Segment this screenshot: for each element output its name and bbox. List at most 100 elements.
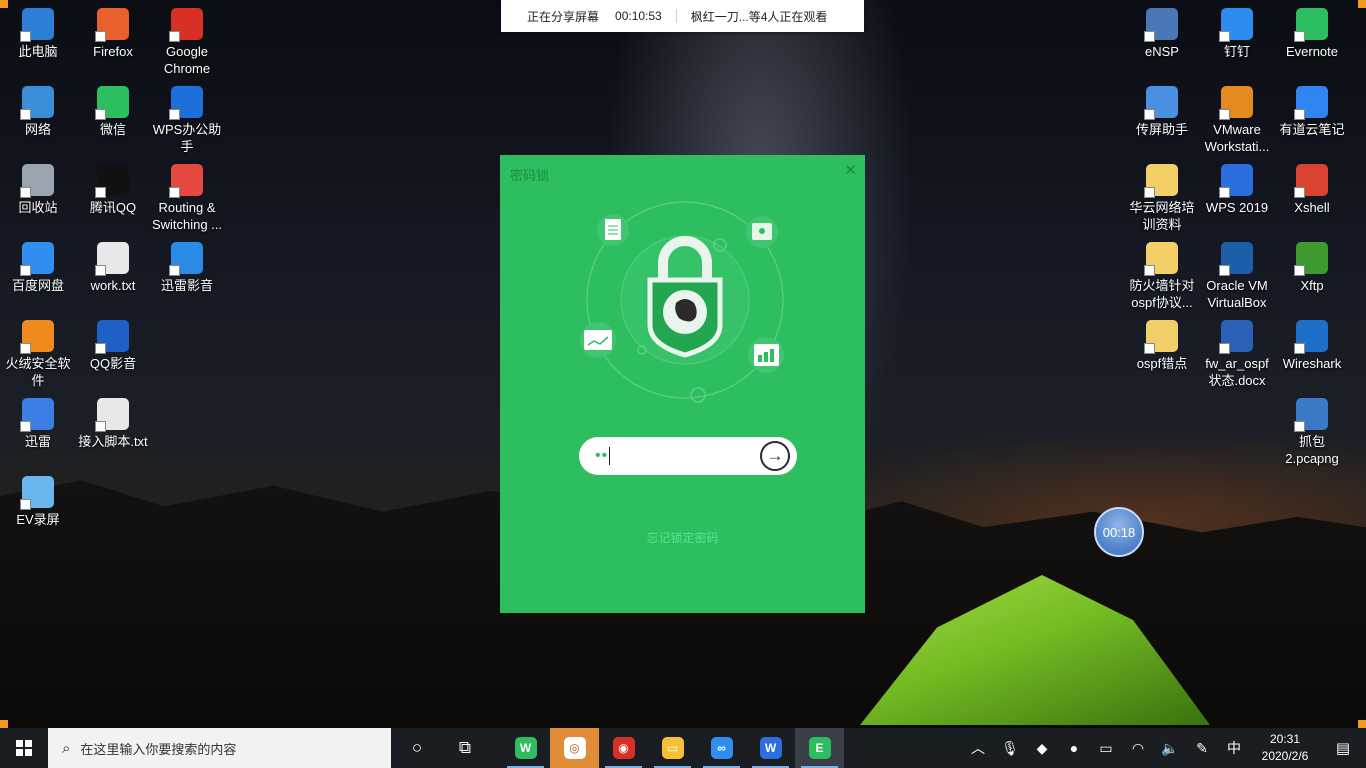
desktop-icon-label: 有道云笔记 — [1279, 122, 1345, 137]
bar-chart-icon — [748, 337, 784, 373]
unlock-arrow-button[interactable]: → — [760, 441, 790, 471]
desktop-icon[interactable]: 传屏助手 — [1124, 86, 1200, 138]
desktop-icon[interactable]: 网络 — [0, 86, 76, 138]
folder-zip-icon — [1144, 242, 1178, 276]
desktop-icon[interactable]: 微信 — [75, 86, 151, 138]
desktop-icon[interactable]: eNSP — [1124, 8, 1200, 60]
desktop-icon[interactable]: 迅雷影音 — [149, 242, 225, 294]
desktop-icon[interactable]: 有道云笔记 — [1274, 86, 1350, 138]
taskbar-app-screen-share[interactable]: ◎ — [550, 728, 599, 768]
desktop-icon[interactable]: Oracle VM VirtualBox — [1199, 242, 1275, 311]
desktop-icon-label: 百度网盘 — [11, 278, 64, 293]
pen-icon[interactable]: ✎ — [1186, 740, 1218, 757]
desktop-icon[interactable]: Google Chrome — [149, 8, 225, 77]
share-elapsed-time: 00:10:53 — [615, 9, 662, 23]
wechat-icon: W — [514, 737, 537, 759]
desktop-icon[interactable]: Xftp — [1274, 242, 1350, 294]
desktop-icon[interactable]: 抓包2.pcapng — [1274, 398, 1350, 467]
desktop-icon[interactable]: Xshell — [1274, 164, 1350, 216]
notification-center-icon[interactable]: ▤ — [1320, 739, 1366, 757]
desktop-icon[interactable]: 此电脑 — [0, 8, 76, 60]
taskbar-app-file-explorer[interactable]: ▭ — [648, 728, 697, 768]
chart-card-icon — [580, 322, 616, 358]
desktop-icon[interactable]: 华云网络培训资料 — [1124, 164, 1200, 233]
desktop-icon[interactable]: fw_ar_ospf状态.docx — [1199, 320, 1275, 389]
wifi-icon[interactable]: ◠ — [1122, 740, 1154, 757]
battery-icon[interactable]: ▭ — [1090, 740, 1122, 757]
desktop-icon[interactable]: WPS 2019 — [1199, 164, 1275, 216]
desktop-icon[interactable]: Evernote — [1274, 8, 1350, 60]
desktop-icon[interactable]: EV录屏 — [0, 476, 76, 528]
close-icon[interactable]: ✕ — [844, 161, 857, 179]
password-lock-dialog: 密码锁 ✕ •• → 忘记锁定密码 — [500, 155, 865, 613]
desktop-icon[interactable]: Routing & Switching ... — [149, 164, 225, 233]
desktop-icon[interactable]: 迅雷 — [0, 398, 76, 450]
virtualbox-icon — [1219, 242, 1253, 276]
task-view-button[interactable]: ⧉ — [441, 728, 489, 768]
dingtalk-icon — [1219, 8, 1253, 42]
share-viewers[interactable]: 枫红一刀...等4人正在观看 — [691, 8, 828, 25]
taskbar-app-baidu-netdisk[interactable]: ∞ — [697, 728, 746, 768]
desktop-icon[interactable]: Firefox — [75, 8, 151, 60]
desktop-icon[interactable]: 防火墙针对ospf协议... — [1124, 242, 1200, 311]
taskbar-search-box[interactable]: ⌕ 在这里输入你要搜索的内容 — [48, 728, 391, 768]
ime-indicator[interactable]: 中 — [1218, 738, 1250, 758]
xftp-icon — [1294, 242, 1328, 276]
taskbar-app-wps[interactable]: W — [746, 728, 795, 768]
share-frame-corner — [1358, 720, 1366, 728]
taskbar-app-wechat[interactable]: W — [501, 728, 550, 768]
taskbar-app-evernote[interactable]: E — [795, 728, 844, 768]
taskbar-clock[interactable]: 20:31 2020/2/6 — [1250, 731, 1320, 765]
desktop-icon[interactable]: 接入脚本.txt — [75, 398, 151, 450]
task-view-icon: ⧉ — [458, 738, 472, 757]
desktop-icon-label: Wireshark — [1282, 356, 1342, 371]
volume-icon[interactable]: 🔈 — [1154, 740, 1186, 757]
desktop-icon[interactable]: ospf错点 — [1124, 320, 1200, 372]
desktop-icon[interactable]: 钉钉 — [1199, 8, 1275, 60]
virtualbox-tray-icon[interactable]: ◆ — [1026, 740, 1058, 757]
desktop-icon[interactable]: QQ影音 — [75, 320, 151, 372]
recording-timer-bubble[interactable]: 00:18 — [1094, 507, 1144, 557]
cortana-circle-icon: ○ — [411, 738, 423, 757]
desktop-icon-label: Evernote — [1285, 44, 1339, 59]
desktop-icon-label: EV录屏 — [16, 512, 60, 527]
folder-zip-icon — [1144, 320, 1178, 354]
desktop-icon-label: Routing & Switching ... — [151, 200, 223, 232]
desktop-icon[interactable]: Wireshark — [1274, 320, 1350, 372]
desktop-icon[interactable]: 百度网盘 — [0, 242, 76, 294]
network-icon — [20, 86, 54, 120]
desktop-icon-label: Xshell — [1294, 200, 1330, 215]
desktop-icon[interactable]: 火绒安全软件 — [0, 320, 76, 389]
desktop-icon-label: fw_ar_ospf状态.docx — [1205, 356, 1269, 388]
xunlei-player-icon — [169, 242, 203, 276]
desktop-icon[interactable]: WPS办公助手 — [149, 86, 225, 155]
qq-tray-icon[interactable]: ● — [1058, 740, 1090, 756]
cortana-button[interactable]: ○ — [393, 728, 441, 768]
share-frame-corner — [1358, 0, 1366, 8]
clock-date: 2020/2/6 — [1261, 749, 1309, 763]
this-pc-icon — [20, 8, 54, 42]
firefox-icon — [95, 8, 129, 42]
desktop-icon-label: Xftp — [1300, 278, 1324, 293]
chrome-icon: ◉ — [612, 737, 635, 759]
show-hidden-icons-chevron-icon[interactable]: ︿ — [962, 738, 994, 758]
desktop-icon-label: 回收站 — [18, 200, 58, 215]
desktop-icon[interactable]: 腾讯QQ — [75, 164, 151, 216]
wps-assistant-icon — [169, 86, 203, 120]
desktop-icon-label: WPS 2019 — [1205, 200, 1269, 215]
document-icon — [597, 214, 629, 246]
desktop-icon[interactable]: 回收站 — [0, 164, 76, 216]
start-button[interactable] — [0, 728, 48, 768]
desktop-icon[interactable]: work.txt — [75, 242, 151, 294]
microphone-icon[interactable]: 🎙 — [994, 740, 1026, 757]
forgot-password-link[interactable]: 忘记锁定密码 — [500, 529, 865, 546]
desktop-icon-label: 腾讯QQ — [89, 200, 137, 215]
password-input[interactable]: •• → — [579, 437, 797, 475]
huorong-icon — [20, 320, 54, 354]
desktop-icon-label: ospf错点 — [1136, 356, 1188, 371]
folder-icon: ▭ — [661, 737, 684, 759]
clock-time: 20:31 — [1269, 732, 1301, 746]
desktop-icon[interactable]: VMware Workstati... — [1199, 86, 1275, 155]
search-icon: ⌕ — [62, 739, 71, 757]
taskbar-app-chrome[interactable]: ◉ — [599, 728, 648, 768]
